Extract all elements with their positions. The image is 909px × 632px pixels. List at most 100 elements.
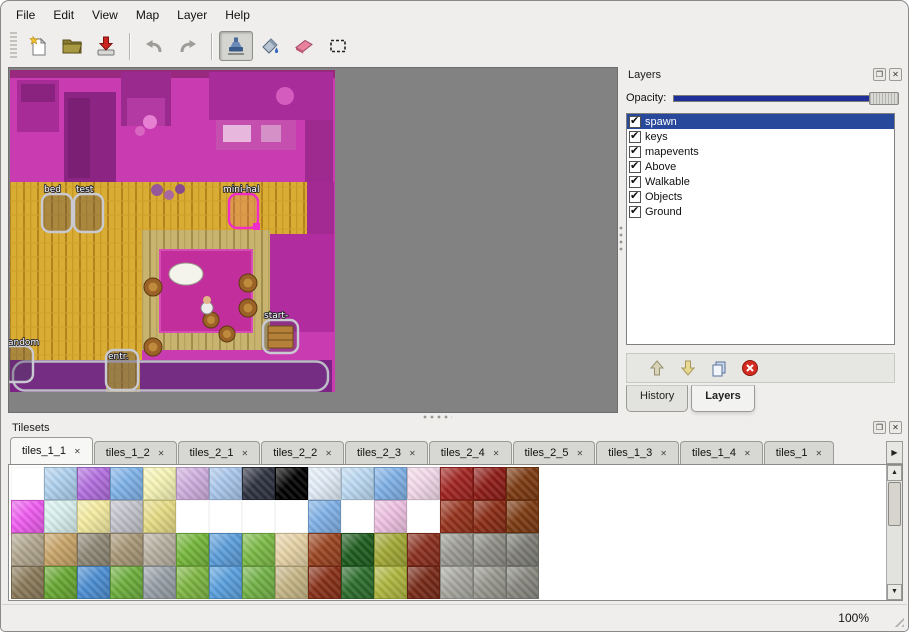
tileset-tile[interactable] [176, 500, 209, 533]
toolbar-grip[interactable] [10, 32, 17, 60]
close-dock-icon[interactable]: ✕ [889, 421, 902, 434]
close-dock-icon[interactable]: ✕ [889, 68, 902, 81]
map-object-test[interactable] [74, 194, 103, 232]
tab-close-icon[interactable]: ✕ [74, 447, 81, 456]
tileset-tile[interactable] [506, 566, 539, 599]
menu-file[interactable]: File [7, 5, 44, 25]
tileset-tile[interactable] [209, 467, 242, 500]
tileset-tab[interactable]: tiles_1_2 ✕ [94, 441, 177, 464]
raise-layer-button[interactable] [647, 358, 667, 378]
tileset-tile[interactable] [374, 566, 407, 599]
menu-map[interactable]: Map [127, 5, 168, 25]
tileset-tab[interactable]: tiles_1_4 ✕ [680, 441, 763, 464]
resize-grip[interactable] [891, 614, 904, 627]
tileset-tab[interactable]: tiles_2_2 ✕ [261, 441, 344, 464]
layer-row[interactable]: ✔ Walkable [627, 174, 894, 189]
tileset-tile[interactable] [143, 467, 176, 500]
tab-scroll-right-button[interactable]: ▶ [886, 441, 903, 464]
tileset-tile[interactable] [374, 533, 407, 566]
tileset-tile[interactable] [440, 566, 473, 599]
tileset-tile[interactable] [473, 566, 506, 599]
delete-layer-button[interactable] [740, 358, 760, 378]
stamp-brush-button[interactable] [219, 31, 253, 61]
tileset-tile[interactable] [143, 566, 176, 599]
tileset-tile[interactable] [506, 467, 539, 500]
tileset-tile[interactable] [242, 533, 275, 566]
layer-row[interactable]: ✔ Above [627, 159, 894, 174]
tileset-tile[interactable] [77, 533, 110, 566]
opacity-slider[interactable] [673, 91, 899, 106]
tileset-tile[interactable] [44, 566, 77, 599]
menu-layer[interactable]: Layer [168, 5, 216, 25]
tab-close-icon[interactable]: ✕ [577, 449, 584, 458]
tileset-tile[interactable] [341, 533, 374, 566]
tileset-tile[interactable] [374, 467, 407, 500]
new-map-button[interactable] [21, 31, 55, 61]
tileset-tab[interactable]: tiles_2_4 ✕ [429, 441, 512, 464]
layer-row[interactable]: ✔ Ground [627, 204, 894, 219]
tileset-tile[interactable] [209, 500, 242, 533]
lower-layer-button[interactable] [678, 358, 698, 378]
tileset-tile[interactable] [407, 533, 440, 566]
tileset-tab[interactable]: tiles_2_5 ✕ [513, 441, 596, 464]
layer-row[interactable]: ✔ keys [627, 129, 894, 144]
duplicate-layer-button[interactable] [709, 358, 729, 378]
tileset-tile[interactable] [407, 566, 440, 599]
layer-visibility-checkbox[interactable]: ✔ [629, 116, 641, 128]
opacity-slider-handle[interactable] [869, 92, 899, 105]
tileset-tile[interactable] [506, 500, 539, 533]
tileset-tile[interactable] [374, 500, 407, 533]
tileset-tile[interactable] [341, 500, 374, 533]
undo-button[interactable] [137, 31, 171, 61]
save-button[interactable] [89, 31, 123, 61]
tileset-tab[interactable]: tiles_2_3 ✕ [345, 441, 428, 464]
tileset-tile[interactable] [506, 533, 539, 566]
layer-visibility-checkbox[interactable]: ✔ [629, 146, 641, 158]
tileset-tile[interactable] [275, 500, 308, 533]
tileset-tile[interactable] [11, 566, 44, 599]
map-object-mini-hal[interactable] [229, 194, 258, 228]
tab-close-icon[interactable]: ✕ [816, 449, 823, 458]
tileset-tile[interactable] [407, 500, 440, 533]
tileset-tile[interactable] [440, 467, 473, 500]
tab-close-icon[interactable]: ✕ [660, 449, 667, 458]
tileset-tile[interactable] [143, 500, 176, 533]
scrollbar-thumb[interactable] [888, 482, 901, 526]
tab-close-icon[interactable]: ✕ [242, 449, 249, 458]
tileset-tile[interactable] [209, 533, 242, 566]
tileset-tile[interactable] [473, 500, 506, 533]
tileset-tab[interactable]: tiles_2_1 ✕ [178, 441, 261, 464]
tileset-tile[interactable] [77, 467, 110, 500]
map-object-bed[interactable] [42, 194, 72, 232]
tileset-tile[interactable] [440, 500, 473, 533]
menu-edit[interactable]: Edit [44, 5, 83, 25]
eraser-button[interactable] [287, 31, 321, 61]
tileset-tile[interactable] [308, 467, 341, 500]
tileset-tile[interactable] [275, 533, 308, 566]
horizontal-splitter[interactable] [2, 413, 909, 420]
bucket-fill-button[interactable] [253, 31, 287, 61]
open-button[interactable] [55, 31, 89, 61]
tileset-tile[interactable] [77, 500, 110, 533]
tileset-tile[interactable] [11, 500, 44, 533]
tileset-tile[interactable] [11, 467, 44, 500]
tab-close-icon[interactable]: ✕ [493, 449, 500, 458]
tileset-tile[interactable] [44, 533, 77, 566]
opacity-slider-track[interactable] [673, 95, 899, 102]
tileset-tile[interactable] [308, 566, 341, 599]
tileset-tile[interactable] [308, 533, 341, 566]
tileset-tile[interactable] [242, 566, 275, 599]
tileset-tab[interactable]: tiles_1 ✕ [764, 441, 835, 464]
tileset-tile[interactable] [341, 467, 374, 500]
layer-row[interactable]: ✔ mapevents [627, 144, 894, 159]
tileset-tab[interactable]: tiles_1_1 ✕ [10, 437, 93, 464]
map-canvas[interactable]: bed test mini-hal start- entr. andom [9, 68, 617, 412]
tileset-tile[interactable] [110, 467, 143, 500]
tileset-tile[interactable] [176, 533, 209, 566]
tab-close-icon[interactable]: ✕ [409, 449, 416, 458]
rectangular-select-button[interactable] [321, 31, 355, 61]
float-dock-icon[interactable]: ❐ [873, 421, 886, 434]
menu-help[interactable]: Help [216, 5, 259, 25]
tab-history[interactable]: History [626, 385, 688, 412]
scroll-up-icon[interactable]: ▲ [887, 465, 902, 481]
